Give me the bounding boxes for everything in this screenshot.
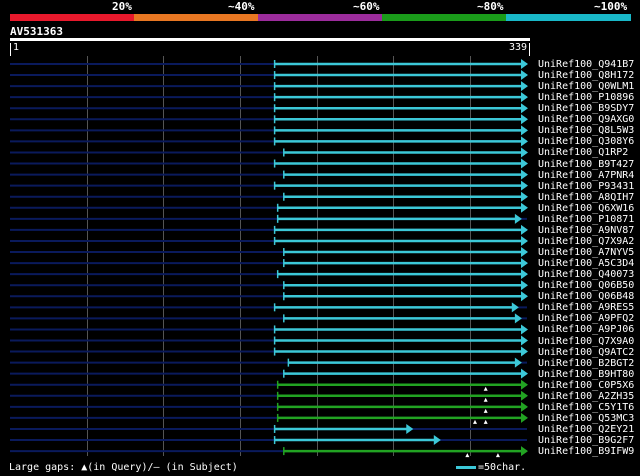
hit-id-link[interactable]: UniRef100_Q40073 <box>538 269 634 280</box>
hit-row: UniRef100_Q53MC3 <box>0 413 640 424</box>
hit-id-link[interactable]: UniRef100_Q8H172 <box>538 70 634 81</box>
hit-row: UniRef100_Q9AXG0 <box>0 114 640 125</box>
hit-row: UniRef100_Q9ATC2 <box>0 347 640 358</box>
hit-row: UniRef100_A9RES5 <box>0 302 640 313</box>
hit-row: UniRef100_Q06B48 <box>0 291 640 302</box>
hit-row: UniRef100_B9HT80 <box>0 369 640 380</box>
hit-row: UniRef100_Q6XW16 <box>0 203 640 214</box>
hit-row: UniRef100_B9G2F7 <box>0 435 640 446</box>
hit-row: UniRef100_Q7X9A2 <box>0 236 640 247</box>
hit-id-link[interactable]: UniRef100_Q0WLM1 <box>538 81 634 92</box>
hit-id-link[interactable]: UniRef100_C5Y1T6 <box>538 402 634 413</box>
hit-row: UniRef100_Q308Y6 <box>0 136 640 147</box>
hit-id-link[interactable]: UniRef100_A8QIH7 <box>538 192 634 203</box>
hit-row: UniRef100_Q40073 <box>0 269 640 280</box>
hit-id-link[interactable]: UniRef100_P10896 <box>538 92 634 103</box>
hit-id-link[interactable]: UniRef100_A9RES5 <box>538 302 634 313</box>
hit-row: UniRef100_Q06B50 <box>0 280 640 291</box>
hit-row: UniRef100_B9IFW9 <box>0 446 640 457</box>
hit-id-link[interactable]: UniRef100_A5C3D4 <box>538 258 634 269</box>
hit-row: UniRef100_Q8L5W3 <box>0 125 640 136</box>
hit-id-link[interactable]: UniRef100_P93431 <box>538 181 634 192</box>
hit-row: UniRef100_A7PNR4 <box>0 170 640 181</box>
hit-id-link[interactable]: UniRef100_Q9AXG0 <box>538 114 634 125</box>
hit-id-link[interactable]: UniRef100_Q9ATC2 <box>538 347 634 358</box>
hit-row: UniRef100_A7NYV5 <box>0 247 640 258</box>
hit-row: UniRef100_P10896 <box>0 92 640 103</box>
hit-row: UniRef100_A8QIH7 <box>0 192 640 203</box>
hit-id-link[interactable]: UniRef100_B2BGT2 <box>538 358 634 369</box>
hit-id-link[interactable]: UniRef100_C0P5X6 <box>538 380 634 391</box>
hit-id-link[interactable]: UniRef100_Q1RP2 <box>538 147 628 158</box>
hit-row: UniRef100_A9PFQ2 <box>0 313 640 324</box>
hit-id-link[interactable]: UniRef100_B9T427 <box>538 159 634 170</box>
hit-id-link[interactable]: UniRef100_A7NYV5 <box>538 247 634 258</box>
hit-row: UniRef100_C5Y1T6 <box>0 402 640 413</box>
hit-id-link[interactable]: UniRef100_P10871 <box>538 214 634 225</box>
hit-id-link[interactable]: UniRef100_Q7X9A2 <box>538 236 634 247</box>
hit-id-link[interactable]: UniRef100_Q6XW16 <box>538 203 634 214</box>
hit-row: UniRef100_Q941B7 <box>0 59 640 70</box>
hit-id-link[interactable]: UniRef100_A9PFQ2 <box>538 313 634 324</box>
hit-row: UniRef100_A5C3D4 <box>0 258 640 269</box>
hit-id-link[interactable]: UniRef100_A7PNR4 <box>538 170 634 181</box>
hit-id-link[interactable]: UniRef100_Q2EY21 <box>538 424 634 435</box>
hit-id-link[interactable]: UniRef100_Q8L5W3 <box>538 125 634 136</box>
hit-row: UniRef100_Q2EY21 <box>0 424 640 435</box>
hit-id-link[interactable]: UniRef100_A9NV87 <box>538 225 634 236</box>
hit-row: UniRef100_B9SDY7 <box>0 103 640 114</box>
hit-id-link[interactable]: UniRef100_Q06B50 <box>538 280 634 291</box>
hit-id-link[interactable]: UniRef100_B9IFW9 <box>538 446 634 457</box>
hit-row: UniRef100_A9NV87 <box>0 225 640 236</box>
scale-legend-text: =50char. <box>478 462 527 473</box>
hit-id-link[interactable]: UniRef100_Q941B7 <box>538 59 634 70</box>
hit-row: UniRef100_B9T427 <box>0 159 640 170</box>
hit-row: UniRef100_C0P5X6 <box>0 380 640 391</box>
hit-row: UniRef100_Q7X9A0 <box>0 336 640 347</box>
scale-swatch <box>456 465 476 469</box>
hit-id-link[interactable]: UniRef100_Q06B48 <box>538 291 634 302</box>
hit-row: UniRef100_Q8H172 <box>0 70 640 81</box>
hit-row: UniRef100_P93431 <box>0 181 640 192</box>
hit-row: UniRef100_P10871 <box>0 214 640 225</box>
hit-id-link[interactable]: UniRef100_B9HT80 <box>538 369 634 380</box>
hit-id-link[interactable]: UniRef100_A9PJ06 <box>538 324 634 335</box>
hit-row: UniRef100_A9PJ06 <box>0 324 640 335</box>
hit-row: UniRef100_Q0WLM1 <box>0 81 640 92</box>
hit-id-link[interactable]: UniRef100_A2ZH35 <box>538 391 634 402</box>
hit-id-link[interactable]: UniRef100_Q53MC3 <box>538 413 634 424</box>
gap-legend: Large gaps: ▲(in Query)/— (in Subject) <box>9 462 238 473</box>
hit-id-link[interactable]: UniRef100_B9G2F7 <box>538 435 634 446</box>
hit-row: UniRef100_Q1RP2 <box>0 147 640 158</box>
hit-id-link[interactable]: UniRef100_Q7X9A0 <box>538 336 634 347</box>
hit-id-link[interactable]: UniRef100_B9SDY7 <box>538 103 634 114</box>
scale-legend: =50char. <box>456 462 526 474</box>
hit-row: UniRef100_A2ZH35 <box>0 391 640 402</box>
hit-id-link[interactable]: UniRef100_Q308Y6 <box>538 136 634 147</box>
hit-row: UniRef100_B2BGT2 <box>0 358 640 369</box>
